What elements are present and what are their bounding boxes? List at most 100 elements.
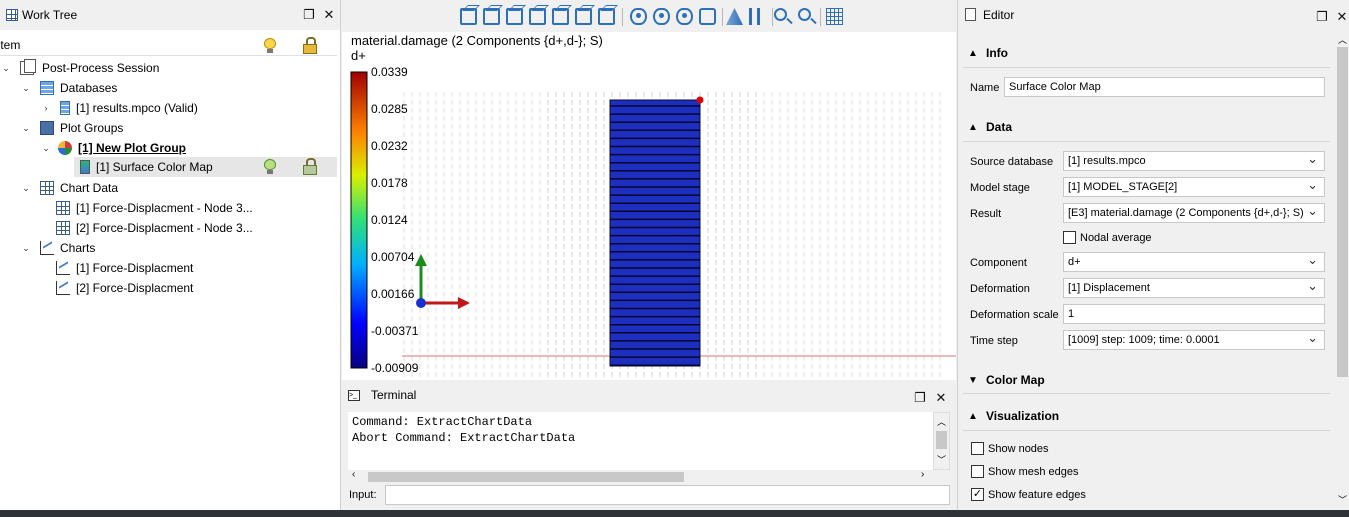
tree-item-label: [1] Surface Color Map — [96, 160, 213, 174]
axis-origin — [416, 298, 426, 308]
3d-viewport[interactable]: 0.0339 0.0285 0.0232 0.0178 0.0124 0.00704 0.0… — [342, 32, 956, 380]
grid-icon[interactable] — [826, 8, 843, 25]
tree-item-databases[interactable]: ⌄ Databases — [20, 78, 117, 98]
scroll-thumb[interactable] — [1337, 47, 1348, 377]
tree-item-charts[interactable]: ⌄ Charts — [20, 238, 95, 258]
show-all-icon[interactable] — [653, 8, 670, 25]
float-icon[interactable]: ❐ — [302, 8, 316, 22]
lock-column-icon — [303, 37, 317, 54]
toolbar-separator — [820, 8, 821, 26]
show-hide-icon[interactable] — [630, 8, 647, 25]
scroll-down-icon[interactable]: ﹀ — [937, 453, 946, 466]
viewport-canvas[interactable]: 0.0339 0.0285 0.0232 0.0178 0.0124 0.00704 0.0… — [342, 32, 956, 380]
hscroll-thumb[interactable] — [368, 472, 684, 482]
float-icon[interactable]: ❐ — [1315, 10, 1329, 24]
collapse-triangle-icon[interactable]: ▲ — [968, 48, 986, 59]
tree-item-chart-data-2[interactable]: [2] Force-Displacment - Node 3... — [56, 218, 253, 238]
tree-item-session[interactable]: ⌄ Post-Process Session — [0, 58, 159, 78]
collapse-arrow-icon[interactable]: ⌄ — [20, 83, 32, 94]
screenshot-camera-icon[interactable] — [699, 8, 716, 25]
divider — [963, 141, 1330, 142]
tree-item-chart-data-1[interactable]: [1] Force-Displacment - Node 3... — [56, 198, 253, 218]
deformation-scale-field[interactable]: 1 — [1063, 304, 1325, 324]
terminal-hscrollbar[interactable]: ‹ › — [348, 469, 933, 484]
float-icon[interactable]: ❐ — [913, 391, 927, 405]
colorbar-tick-label: 0.0339 — [371, 65, 408, 79]
scroll-up-icon[interactable]: ︿ — [1338, 33, 1347, 46]
parallel-projection-icon[interactable] — [749, 8, 760, 25]
colorbar-tick-label: 0.00704 — [371, 250, 415, 264]
expand-triangle-icon[interactable]: ▼ — [968, 375, 986, 386]
combo-value: [1] MODEL_STAGE[2] — [1068, 181, 1178, 193]
close-icon[interactable]: ✕ — [1335, 10, 1349, 24]
toolbar-separator — [772, 8, 773, 26]
section-colormap-header[interactable]: ▼ Color Map — [968, 373, 1045, 387]
divider — [963, 393, 1330, 394]
tree-item-new-plot-group[interactable]: ⌄ [1] New Plot Group — [40, 138, 186, 158]
collapse-triangle-icon[interactable]: ▲ — [968, 122, 986, 133]
terminal-input-label: Input: — [349, 489, 377, 501]
scroll-thumb[interactable] — [936, 431, 947, 449]
scroll-left-icon[interactable]: ‹ — [352, 469, 355, 480]
model-stage-combo[interactable]: [1] MODEL_STAGE[2] — [1063, 177, 1325, 197]
collapse-arrow-icon[interactable]: ⌄ — [20, 123, 32, 134]
view-iso-cube-icon[interactable] — [460, 8, 477, 25]
close-icon[interactable]: ✕ — [934, 391, 948, 405]
view-left-cube-icon[interactable] — [529, 8, 546, 25]
zoom-fit-icon[interactable] — [774, 8, 787, 21]
tree-item-chart-data[interactable]: ⌄ Chart Data — [20, 178, 118, 198]
show-mesh-edges-checkbox[interactable] — [971, 465, 984, 478]
scroll-right-icon[interactable]: › — [921, 469, 924, 480]
show-mesh-edges-label: Show mesh edges — [988, 466, 1079, 478]
name-field[interactable]: Surface Color Map — [1004, 77, 1325, 97]
tree-item-results-mpco[interactable]: › [1] results.mpco (Valid) — [40, 98, 198, 118]
view-front-cube-icon[interactable] — [483, 8, 500, 25]
terminal-vscrollbar[interactable]: ︿ ﹀ — [933, 412, 950, 470]
scroll-down-icon[interactable]: ﹀ — [1338, 493, 1347, 506]
terminal-input[interactable] — [385, 485, 950, 505]
terminal-panel: >_ Terminal ❐ ✕ Command: ExtractChartDat… — [342, 382, 956, 510]
section-info-header[interactable]: ▲ Info — [968, 46, 1008, 60]
show-nodes-checkbox[interactable] — [971, 442, 984, 455]
zoom-icon[interactable] — [798, 8, 811, 21]
table-icon — [56, 201, 70, 215]
section-visualization-header[interactable]: ▲ Visualization — [968, 409, 1059, 423]
close-icon[interactable]: ✕ — [322, 8, 336, 22]
tree-item-chart-2[interactable]: [2] Force-Displacment — [56, 278, 193, 298]
tree-item-chart-1[interactable]: [1] Force-Displacment — [56, 258, 193, 278]
charts-icon — [40, 241, 54, 255]
plot-groups-icon — [40, 121, 54, 135]
editor-scrollbar[interactable]: ︿ ﹀ — [1336, 33, 1349, 507]
hide-all-icon[interactable] — [676, 8, 693, 25]
expand-arrow-icon[interactable]: › — [40, 103, 52, 113]
view-right-cube-icon[interactable] — [552, 8, 569, 25]
view-back-cube-icon[interactable] — [506, 8, 523, 25]
view-top-cube-icon[interactable] — [575, 8, 592, 25]
collapse-arrow-icon[interactable]: ⌄ — [20, 183, 32, 194]
deformation-combo[interactable]: [1] Displacement — [1063, 278, 1325, 298]
nodal-average-checkbox[interactable] — [1063, 231, 1076, 244]
collapse-arrow-icon[interactable]: ⌄ — [40, 143, 52, 154]
tree-item-label: Databases — [60, 81, 118, 95]
collapse-arrow-icon[interactable]: ⌄ — [0, 63, 12, 74]
selected-node-marker — [696, 96, 704, 104]
collapse-arrow-icon[interactable]: ⌄ — [20, 243, 32, 254]
databases-icon — [40, 81, 54, 95]
view-bottom-cube-icon[interactable] — [598, 8, 615, 25]
scroll-up-icon[interactable]: ︿ — [937, 415, 946, 428]
section-data-header[interactable]: ▲ Data — [968, 120, 1012, 134]
perspective-icon[interactable] — [726, 8, 743, 25]
source-database-combo[interactable]: [1] results.mpco — [1063, 151, 1325, 171]
result-combo[interactable]: [E3] material.damage (2 Components {d+,d… — [1063, 203, 1325, 223]
tree-item-plot-groups[interactable]: ⌄ Plot Groups — [20, 118, 123, 138]
time-step-combo[interactable]: [1009] step: 1009; time: 0.0001 — [1063, 330, 1325, 350]
divider — [963, 67, 1330, 68]
lock-toggle-icon[interactable] — [303, 158, 317, 175]
visibility-toggle-icon[interactable] — [264, 159, 276, 174]
show-feature-edges-checkbox[interactable]: ✓ — [971, 488, 984, 501]
mesh-surface — [609, 99, 701, 367]
collapse-triangle-icon[interactable]: ▲ — [968, 411, 986, 422]
component-combo[interactable]: d+ — [1063, 252, 1325, 272]
terminal-output[interactable]: Command: ExtractChartData Abort Command:… — [348, 412, 933, 470]
tree-item-surface-color-map[interactable]: [1] Surface Color Map — [74, 157, 337, 177]
